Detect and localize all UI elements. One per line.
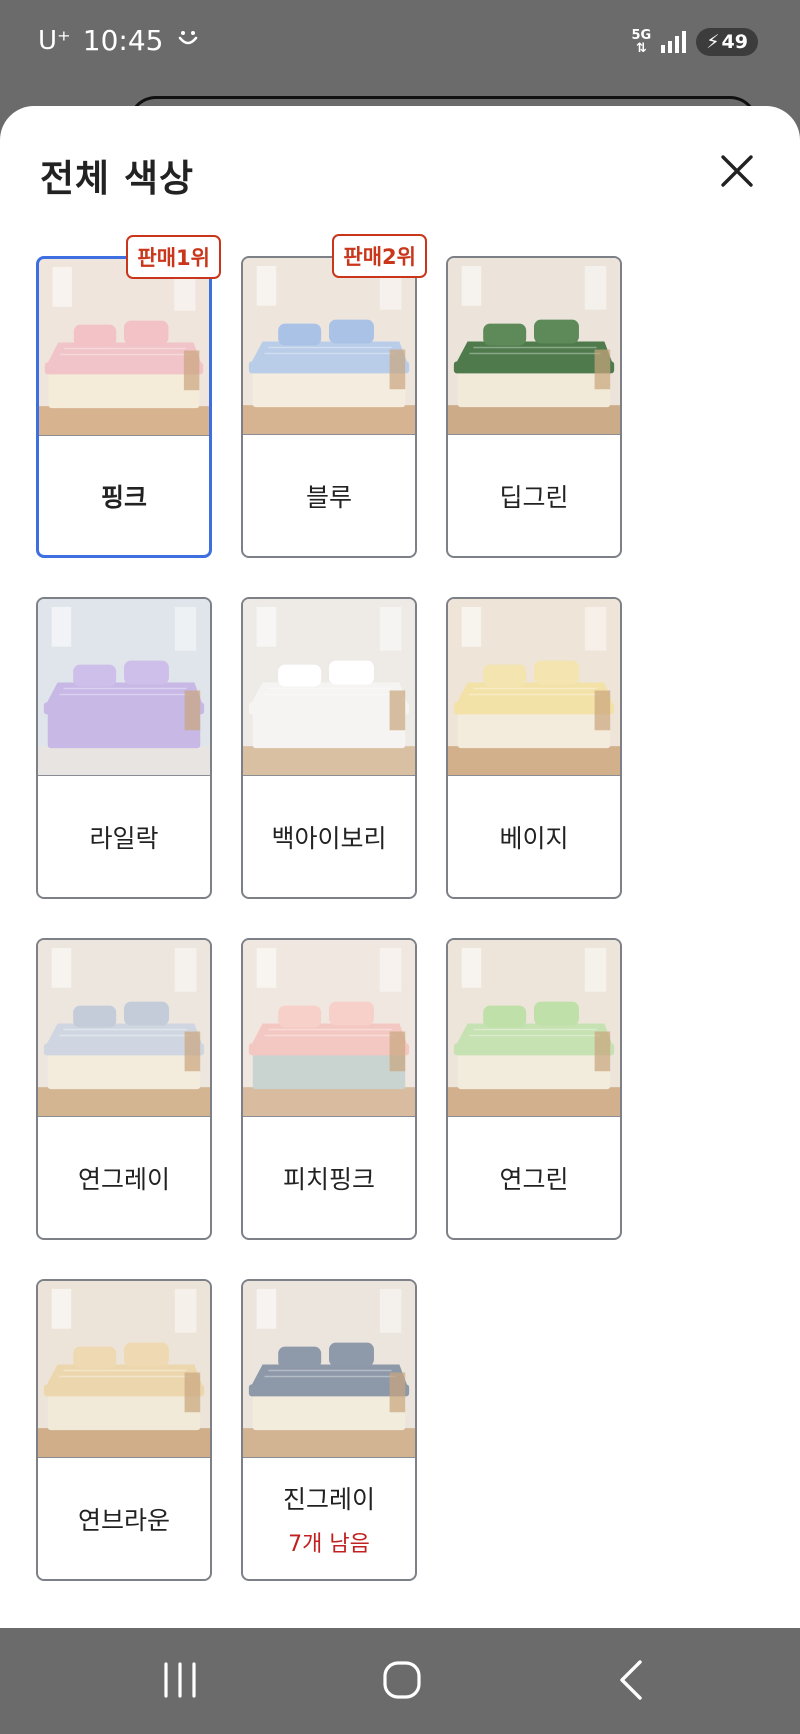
sheet-title: 전체 색상	[40, 157, 195, 200]
color-option-grid: 판매1위 핑크 판매2위 블루 딥그린 라일락 백아이보리 베이지 연그레이 피치핑크 연그린 연브라…	[36, 234, 622, 1581]
option-label-area: 연브라운	[38, 1458, 210, 1579]
color-name: 진그레이	[282, 1484, 375, 1514]
color-name: 핑크	[100, 482, 147, 512]
close-button[interactable]	[712, 146, 762, 196]
option-label-area: 연그린	[448, 1117, 620, 1238]
color-option-card[interactable]: 딥그린	[446, 256, 622, 558]
color-name: 백아이보리	[271, 823, 387, 853]
color-option-card[interactable]: 연브라운	[36, 1279, 212, 1581]
product-thumbnail	[448, 599, 620, 776]
color-option-card[interactable]: 백아이보리	[241, 597, 417, 899]
status-bar: U⁺ 10:45 5G ⇅ ⚡ 49	[0, 0, 800, 84]
close-icon	[721, 155, 753, 187]
color-name: 라일락	[89, 823, 159, 853]
best-seller-badge: 판매1위	[126, 235, 221, 279]
battery-indicator: ⚡ 49	[696, 28, 758, 56]
back-button[interactable]	[610, 1658, 654, 1706]
battery-level: 49	[721, 31, 748, 53]
product-thumbnail	[39, 259, 209, 436]
stock-remaining-note: 7개 남음	[288, 1531, 370, 1557]
color-name: 베이지	[499, 823, 569, 853]
color-picker-sheet: 전체 색상 판매1위 핑크 판매2위 블루 딥그린 라일락 백아이보리 베이지 연그레이 피치핑크…	[0, 106, 800, 1628]
color-option-card[interactable]: 베이지	[446, 597, 622, 899]
product-thumbnail	[38, 1281, 210, 1458]
product-thumbnail	[38, 940, 210, 1117]
color-option-card[interactable]: 연그레이	[36, 938, 212, 1240]
color-name: 연그레이	[77, 1164, 170, 1194]
option-label-area: 베이지	[448, 776, 620, 897]
color-name: 피치핑크	[282, 1164, 375, 1194]
product-thumbnail	[243, 940, 415, 1117]
product-thumbnail	[243, 258, 415, 435]
charging-bolt-icon: ⚡	[706, 31, 720, 53]
home-button[interactable]	[380, 1658, 424, 1706]
option-label-area: 딥그린	[448, 435, 620, 556]
product-thumbnail	[448, 258, 620, 435]
color-option-card[interactable]: 판매1위핑크	[36, 235, 221, 558]
network-indicator: 5G ⇅	[631, 29, 651, 55]
back-icon	[620, 1660, 642, 1700]
color-option-card[interactable]: 연그린	[446, 938, 622, 1240]
color-option-card[interactable]: 라일락	[36, 597, 212, 899]
carrier-label: U⁺	[38, 25, 71, 56]
option-label-area: 진그레이 7개 남음	[243, 1458, 415, 1579]
color-option-card[interactable]: 판매2위블루	[241, 234, 427, 558]
best-seller-badge: 판매2위	[332, 234, 427, 278]
option-label-area: 연그레이	[38, 1117, 210, 1238]
option-label-area: 블루	[243, 435, 415, 556]
color-name: 연그린	[499, 1164, 569, 1194]
home-icon	[383, 1661, 421, 1699]
color-name: 딥그린	[499, 482, 569, 512]
product-thumbnail	[243, 599, 415, 776]
color-option-card[interactable]: 진그레이 7개 남음	[241, 1279, 417, 1581]
color-option-card[interactable]: 피치핑크	[241, 938, 417, 1240]
data-arrows-icon: ⇅	[635, 41, 647, 56]
status-left: U⁺ 10:45	[38, 24, 201, 57]
color-name: 연브라운	[77, 1505, 170, 1535]
product-thumbnail	[243, 1281, 415, 1458]
navigation-bar	[0, 1628, 800, 1734]
smile-icon	[175, 24, 201, 57]
option-label-area: 핑크	[39, 436, 209, 555]
recents-button[interactable]	[160, 1658, 200, 1706]
recents-icon	[164, 1662, 196, 1698]
option-label-area: 라일락	[38, 776, 210, 897]
option-label-area: 백아이보리	[243, 776, 415, 897]
signal-icon	[661, 31, 687, 53]
clock: 10:45	[82, 24, 164, 57]
status-right: 5G ⇅ ⚡ 49	[631, 28, 758, 56]
product-thumbnail	[448, 940, 620, 1117]
color-name: 블루	[305, 482, 352, 512]
option-label-area: 피치핑크	[243, 1117, 415, 1238]
product-thumbnail	[38, 599, 210, 776]
